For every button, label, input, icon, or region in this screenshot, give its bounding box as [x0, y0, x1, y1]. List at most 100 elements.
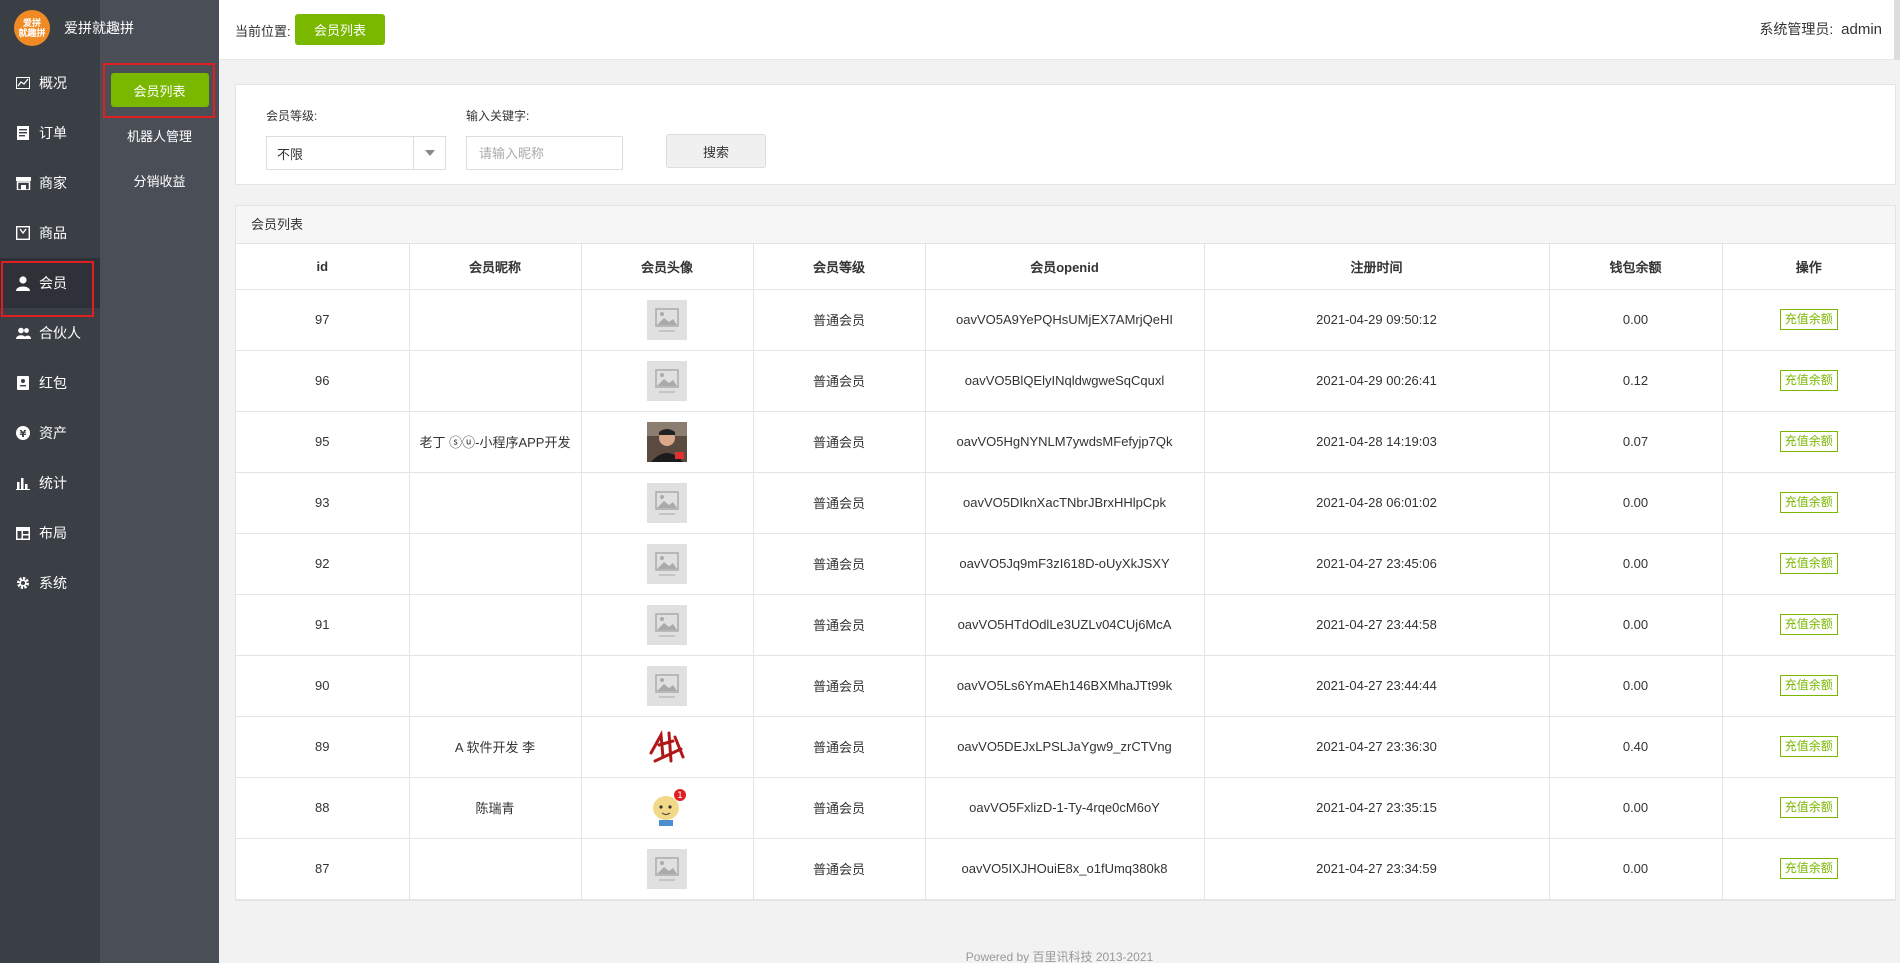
- cell-nickname: [409, 838, 582, 900]
- nav-item-user[interactable]: 会员: [0, 258, 100, 317]
- nav-item-label: 合伙人: [39, 325, 81, 341]
- search-panel: 会员等级: 不限 输入关键字: 搜索: [235, 84, 1896, 185]
- keyword-input[interactable]: [466, 136, 623, 170]
- secondary-sidebar: 会员列表机器人管理分销收益: [100, 0, 219, 963]
- scrollbar[interactable]: [1894, 0, 1900, 60]
- table-header-row: id 会员昵称 会员头像 会员等级 会员openid 注册时间 钱包余额 操作: [236, 244, 1895, 290]
- column-header: 会员头像: [581, 244, 754, 290]
- subnav-item-2[interactable]: 分销收益: [100, 158, 219, 202]
- recharge-button[interactable]: 充值余额: [1779, 431, 1838, 452]
- cell-time: 2021-04-27 23:44:58: [1204, 594, 1550, 656]
- cell-id: 97: [236, 289, 410, 351]
- image-placeholder-icon: [647, 543, 687, 584]
- store-icon: [15, 175, 31, 191]
- cell-nickname: [409, 533, 582, 595]
- member-avatar: [581, 594, 754, 656]
- cell-time: 2021-04-29 09:50:12: [1204, 289, 1550, 351]
- cell-id: 91: [236, 594, 410, 656]
- cell-time: 2021-04-27 23:34:59: [1204, 838, 1550, 900]
- member-avatar: [581, 655, 754, 717]
- recharge-button[interactable]: 充值余额: [1779, 858, 1838, 879]
- member-avatar: [581, 472, 754, 534]
- table-row: 90 普通会员 oavVO5Ls6YmAEh146BXMhaJTt99k 2021-0…: [236, 655, 1895, 717]
- cell-time: 2021-04-27 23:35:15: [1204, 777, 1550, 839]
- footer: Powered by 百里讯科技 2013-2021: [965, 950, 1154, 963]
- recharge-button[interactable]: 充值余额: [1779, 370, 1838, 391]
- image-placeholder-icon: [647, 360, 687, 401]
- cell-nickname: A 软件开发 李: [409, 716, 582, 778]
- subnav-item-1[interactable]: 机器人管理: [100, 113, 219, 157]
- nav-item-dashboard[interactable]: 概况: [0, 58, 100, 108]
- breadcrumb-current[interactable]: 会员列表: [295, 14, 385, 45]
- stats-icon: [15, 475, 31, 491]
- admin-label: 系统管理员:: [1759, 21, 1834, 37]
- search-button[interactable]: 搜索: [666, 134, 766, 168]
- cell-balance: 0.00: [1549, 838, 1723, 900]
- cell-nickname: 陈瑞青: [409, 777, 582, 839]
- cell-level: 普通会员: [753, 777, 926, 839]
- table-row: 88 陈瑞青 1 普通会员 oavVO5FxlizD-1-Ty-4rqe0cM6oY 20…: [236, 777, 1895, 839]
- nav-item-gear[interactable]: 系统: [0, 558, 100, 608]
- recharge-button[interactable]: 充值余额: [1779, 736, 1838, 757]
- nav-item-redpacket[interactable]: 红包: [0, 358, 100, 408]
- subnav-item-label: 会员列表: [110, 73, 209, 107]
- subnav-item-label: 分销收益: [133, 173, 186, 189]
- cell-nickname: [409, 655, 582, 717]
- member-avatar: 1: [581, 777, 754, 839]
- level-select[interactable]: 不限: [266, 136, 446, 170]
- cell-level: 普通会员: [753, 411, 926, 473]
- recharge-button[interactable]: 充值余额: [1779, 675, 1838, 696]
- nav-item-stats[interactable]: 统计: [0, 458, 100, 508]
- cell-time: 2021-04-28 14:19:03: [1204, 411, 1550, 473]
- top-header: 当前位置: 会员列表 系统管理员: admin: [219, 0, 1900, 60]
- location-label: 当前位置:: [235, 24, 291, 39]
- recharge-button[interactable]: 充值余额: [1779, 797, 1838, 818]
- layout-icon: [15, 525, 31, 541]
- cell-level: 普通会员: [753, 594, 926, 656]
- recharge-button[interactable]: 充值余额: [1779, 553, 1838, 574]
- avatar: [647, 421, 687, 462]
- cell-action: 充值余额: [1722, 777, 1895, 839]
- cell-action: 充值余额: [1722, 716, 1895, 778]
- level-label: 会员等级:: [266, 109, 318, 123]
- nav-item-order[interactable]: 订单: [0, 108, 100, 158]
- cell-action: 充值余额: [1722, 289, 1895, 351]
- member-avatar: [581, 350, 754, 412]
- admin-username[interactable]: admin: [1841, 21, 1882, 38]
- nav-item-label: 订单: [39, 125, 67, 141]
- column-header: 钱包余额: [1549, 244, 1723, 290]
- nav-item-yen[interactable]: ¥ 资产: [0, 408, 100, 458]
- cell-balance: 0.00: [1549, 533, 1723, 595]
- cell-openid: oavVO5HgNYNLM7ywdsMFefyjp7Qk: [925, 411, 1205, 473]
- gear-icon: [15, 575, 31, 591]
- cell-time: 2021-04-27 23:36:30: [1204, 716, 1550, 778]
- cell-action: 充值余额: [1722, 533, 1895, 595]
- member-avatar: [581, 533, 754, 595]
- nav-item-layout[interactable]: 布局: [0, 508, 100, 558]
- recharge-button[interactable]: 充值余额: [1779, 492, 1838, 513]
- cell-balance: 0.00: [1549, 472, 1723, 534]
- cell-action: 充值余额: [1722, 594, 1895, 656]
- nav-item-partner[interactable]: 合伙人: [0, 308, 100, 358]
- recharge-button[interactable]: 充值余额: [1779, 309, 1838, 330]
- nav-item-label: 系统: [39, 575, 67, 591]
- cell-openid: oavVO5FxlizD-1-Ty-4rqe0cM6oY: [925, 777, 1205, 839]
- nav-item-store[interactable]: 商家: [0, 158, 100, 208]
- cell-nickname: 老丁 ⓢⓤ-小程序APP开发: [409, 411, 582, 473]
- cell-time: 2021-04-27 23:45:06: [1204, 533, 1550, 595]
- cell-level: 普通会员: [753, 289, 926, 351]
- cell-balance: 0.40: [1549, 716, 1723, 778]
- cell-level: 普通会员: [753, 472, 926, 534]
- cell-time: 2021-04-27 23:44:44: [1204, 655, 1550, 717]
- table-row: 89 A 软件开发 李 普通会员 oavVO5DEJxLPSLJaYgw9_zrCTV…: [236, 716, 1895, 778]
- nav-item-goods[interactable]: 商品: [0, 208, 100, 258]
- panel-title: 会员列表: [236, 206, 1895, 244]
- subnav-item-0[interactable]: 会员列表: [100, 68, 219, 112]
- cell-balance: 0.00: [1549, 777, 1723, 839]
- chevron-down-icon[interactable]: [413, 137, 445, 169]
- goods-icon: [15, 225, 31, 241]
- nav-item-label: 商家: [39, 175, 67, 191]
- table-row: 97 普通会员 oavVO5A9YePQHsUMjEX7AMrjQeHI 2021-0…: [236, 289, 1895, 351]
- recharge-button[interactable]: 充值余额: [1779, 614, 1838, 635]
- column-header: 会员等级: [753, 244, 926, 290]
